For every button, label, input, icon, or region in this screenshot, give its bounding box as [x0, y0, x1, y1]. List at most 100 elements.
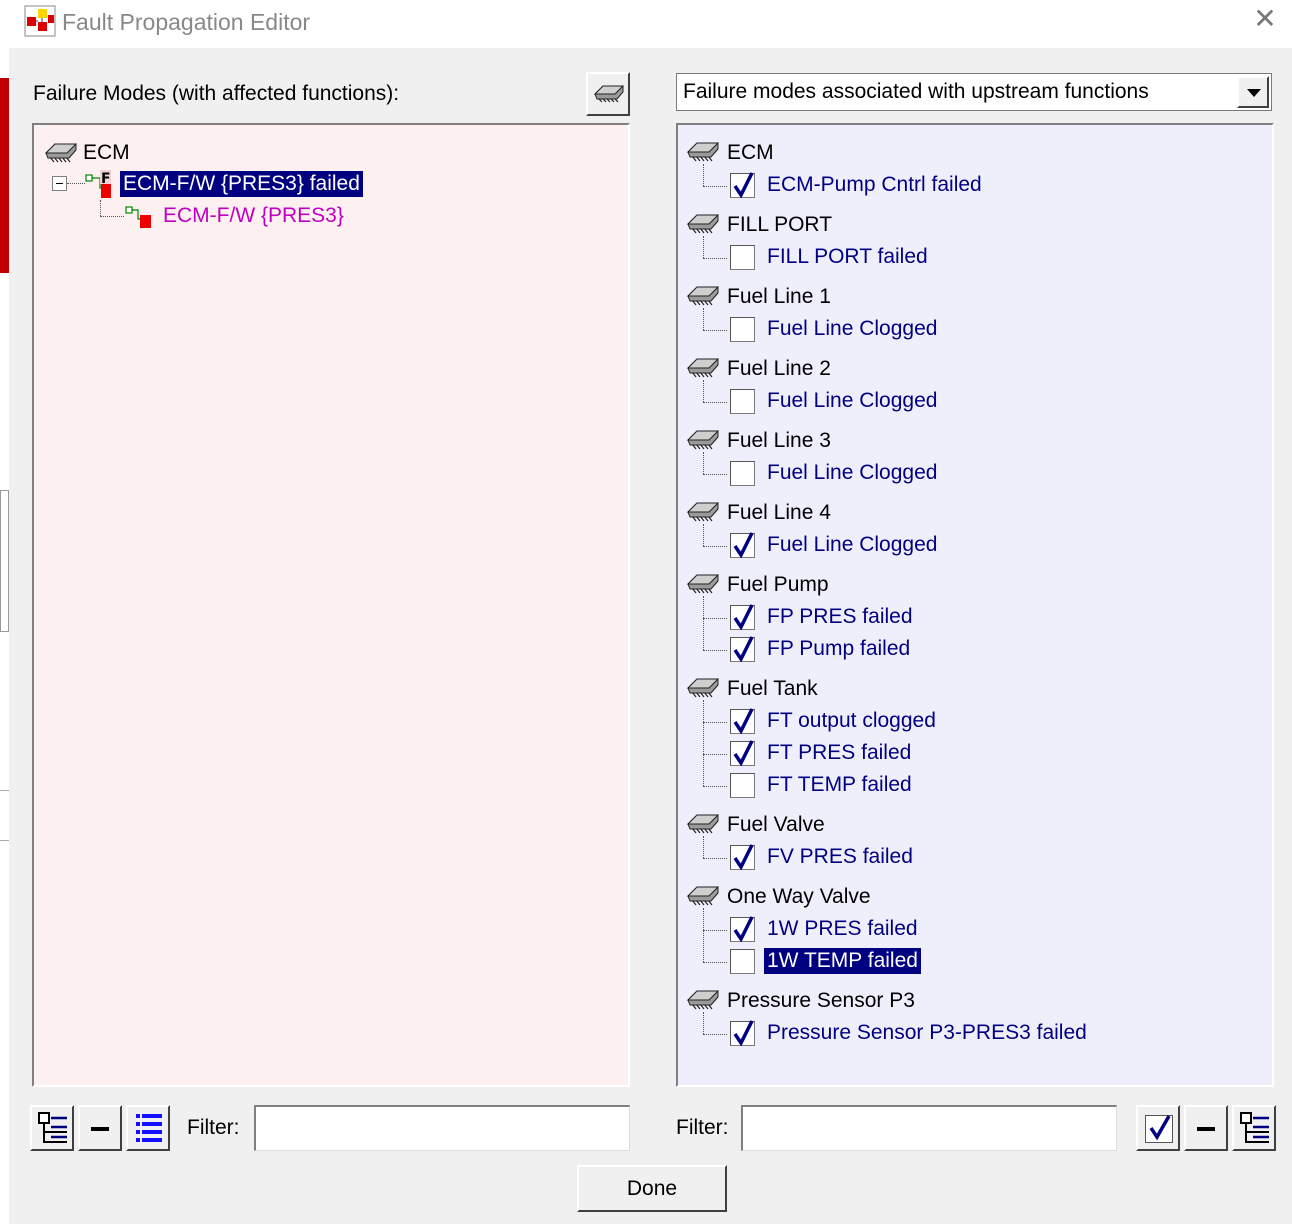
left-filter-input[interactable] — [254, 1105, 630, 1151]
failure-mode-label[interactable]: FP Pump failed — [767, 636, 910, 662]
component-name[interactable]: One Way Valve — [727, 884, 871, 910]
tree-connector — [703, 1012, 704, 1034]
dropdown-arrow-button[interactable] — [1237, 76, 1269, 108]
tree-node-ecm[interactable]: ECM — [83, 140, 130, 166]
done-button-label: Done — [626, 1177, 678, 1200]
tree-connector — [703, 330, 727, 331]
failure-mode-label[interactable]: Fuel Line Clogged — [767, 460, 937, 486]
component-name[interactable]: Fuel Line 1 — [727, 284, 831, 310]
background-window-divider — [0, 840, 9, 841]
component-name[interactable]: Fuel Tank — [727, 676, 818, 702]
component-name[interactable]: Fuel Valve — [727, 812, 825, 838]
chevron-down-icon — [1247, 89, 1261, 97]
chip-icon — [686, 810, 720, 838]
component-name[interactable]: Pressure Sensor P3 — [727, 988, 915, 1014]
failure-mode-label[interactable]: Fuel Line Clogged — [767, 316, 937, 342]
failure-mode-label-selected[interactable]: 1W TEMP failed — [764, 948, 921, 974]
tree-connector — [703, 308, 704, 330]
uncheck-all-button[interactable] — [1184, 1105, 1228, 1151]
close-icon[interactable]: ✕ — [1250, 4, 1280, 34]
failure-mode-label[interactable]: FP PRES failed — [767, 604, 913, 630]
failure-mode-icon: F — [85, 170, 111, 198]
chip-icon — [686, 498, 720, 526]
tree-connector — [703, 930, 727, 931]
failure-mode-checkbox[interactable] — [730, 461, 755, 486]
chip-icon — [686, 986, 720, 1014]
list-view-button[interactable] — [126, 1105, 170, 1151]
chip-icon — [686, 354, 720, 382]
failure-mode-checkbox[interactable] — [730, 844, 755, 871]
background-window-red-strip — [0, 78, 9, 273]
tree-connector — [67, 183, 85, 184]
failure-mode-checkbox[interactable] — [730, 604, 755, 631]
background-window-divider — [0, 790, 9, 791]
tree-connector — [703, 858, 727, 859]
failure-mode-checkbox[interactable] — [730, 708, 755, 735]
collapse-tree-button[interactable] — [78, 1105, 122, 1151]
component-name[interactable]: Fuel Pump — [727, 572, 829, 598]
failure-mode-label[interactable]: Fuel Line Clogged — [767, 388, 937, 414]
chip-icon — [44, 143, 78, 163]
component-button[interactable] — [586, 72, 630, 116]
failure-mode-label[interactable]: Fuel Line Clogged — [767, 532, 937, 558]
tree-connector — [703, 402, 727, 403]
tree-connector — [703, 524, 704, 546]
component-name[interactable]: Fuel Line 4 — [727, 500, 831, 526]
tree-connector — [703, 596, 704, 650]
right-filter-input[interactable] — [741, 1105, 1117, 1151]
failure-mode-checkbox[interactable] — [730, 949, 755, 974]
failure-mode-label[interactable]: 1W PRES failed — [767, 916, 918, 942]
tree-connector — [100, 200, 101, 216]
failure-mode-label[interactable]: FT PRES failed — [767, 740, 911, 766]
failure-mode-checkbox[interactable] — [730, 245, 755, 270]
failure-mode-label[interactable]: ECM-Pump Cntrl failed — [767, 172, 982, 198]
component-name[interactable]: ECM — [727, 140, 774, 166]
expand-tree-button[interactable] — [30, 1105, 74, 1151]
failure-mode-label[interactable]: FT output clogged — [767, 708, 936, 734]
failure-mode-label[interactable]: Pressure Sensor P3-PRES3 failed — [767, 1020, 1087, 1046]
component-name[interactable]: FILL PORT — [727, 212, 832, 238]
right-filter-label: Filter: — [676, 1116, 729, 1139]
left-filter-label: Filter: — [187, 1116, 240, 1139]
failure-mode-checkbox[interactable] — [730, 172, 755, 199]
failure-modes-tree[interactable]: ECM F ECM-F/W {PRES3} failed ECM-F/W {PR… — [32, 123, 630, 1087]
app-icon — [24, 5, 56, 37]
association-dropdown[interactable]: Failure modes associated with upstream f… — [676, 73, 1272, 111]
tree-connector — [703, 186, 727, 187]
failure-mode-label[interactable]: FT TEMP failed — [767, 772, 912, 798]
upstream-failure-modes-list[interactable]: ECM ECM-Pump Cntrl failed FILL PORT FILL PO… — [676, 123, 1274, 1087]
minus-icon — [1197, 1127, 1215, 1131]
failure-modes-header: Failure Modes (with affected functions): — [33, 82, 400, 105]
failure-mode-checkbox[interactable] — [730, 740, 755, 767]
window-title: Fault Propagation Editor — [62, 9, 311, 35]
tree-node-failure-mode-selected[interactable]: ECM-F/W {PRES3} failed — [120, 171, 363, 197]
tree-connector — [703, 164, 704, 186]
component-name[interactable]: Fuel Line 2 — [727, 356, 831, 382]
list-icon — [136, 1114, 162, 1142]
tree-connector — [703, 962, 727, 963]
failure-mode-checkbox[interactable] — [730, 389, 755, 414]
component-name[interactable]: Fuel Line 3 — [727, 428, 831, 454]
failure-mode-checkbox[interactable] — [730, 773, 755, 798]
function-icon — [125, 206, 151, 228]
expand-list-button[interactable] — [1232, 1105, 1276, 1151]
tree-connector — [703, 258, 727, 259]
tree-connector — [703, 546, 727, 547]
tree-node-function[interactable]: ECM-F/W {PRES3} — [163, 203, 344, 229]
failure-mode-checkbox[interactable] — [730, 636, 755, 663]
collapse-toggle[interactable] — [52, 176, 67, 191]
failure-mode-checkbox[interactable] — [730, 1020, 755, 1047]
failure-mode-checkbox[interactable] — [730, 532, 755, 559]
done-button[interactable]: Done — [577, 1165, 727, 1212]
tree-connector — [703, 380, 704, 402]
chip-icon — [686, 210, 720, 238]
minus-icon — [91, 1127, 109, 1131]
tree-connector — [703, 1034, 727, 1035]
failure-mode-label[interactable]: FV PRES failed — [767, 844, 913, 870]
check-all-button[interactable] — [1136, 1105, 1180, 1151]
chip-icon — [686, 282, 720, 310]
failure-mode-checkbox[interactable] — [730, 317, 755, 342]
tree-expand-icon — [1240, 1112, 1269, 1143]
failure-mode-label[interactable]: FILL PORT failed — [767, 244, 928, 270]
failure-mode-checkbox[interactable] — [730, 916, 755, 943]
